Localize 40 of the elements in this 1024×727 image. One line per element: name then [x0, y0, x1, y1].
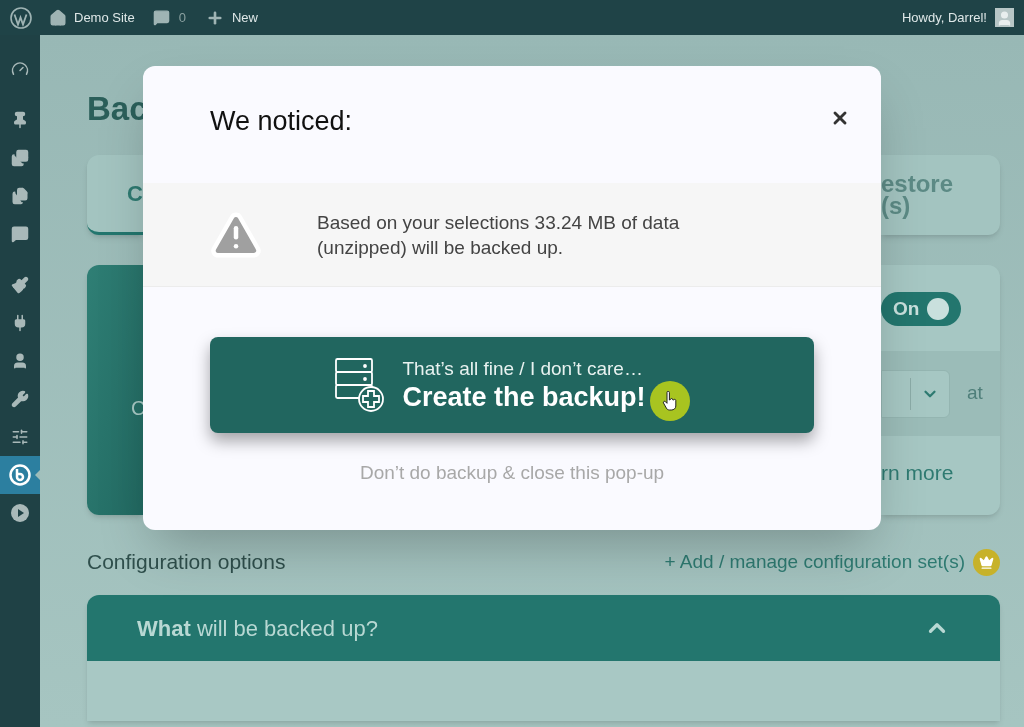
brush-icon: [11, 276, 29, 294]
server-add-icon: [334, 357, 387, 413]
comments-icon: [11, 225, 29, 243]
sidebar-item[interactable]: [0, 456, 40, 494]
wrench-icon: [11, 390, 29, 408]
time-label: at: [967, 381, 983, 406]
tab-label: (s): [881, 195, 912, 217]
greeting[interactable]: Howdy, Darrel!: [902, 7, 987, 28]
notice-message: Based on your selections 33.24 MB of data (unzipped) will be backed up.: [317, 210, 681, 260]
tab-card[interactable]: C: [87, 155, 143, 235]
create-backup-button[interactable]: That’s all fine / I don’t care… Create the backup!: [210, 337, 814, 433]
page-title: Bac: [87, 89, 148, 129]
pages-icon: [11, 187, 29, 205]
toggle-switch[interactable]: On: [881, 292, 961, 326]
section-heading: Configuration options: [87, 549, 286, 576]
learn-more-link[interactable]: rn more: [881, 462, 1000, 483]
new-link[interactable]: New: [205, 7, 258, 28]
plugin-logo-icon: [9, 464, 31, 486]
crown-icon: [973, 548, 1000, 576]
home-icon: [49, 8, 67, 27]
play-icon: [11, 504, 29, 522]
dismiss-link[interactable]: Don’t do backup & close this pop-up: [359, 459, 665, 488]
manage-sets-link[interactable]: + Add / manage configuration set(s): [664, 547, 965, 577]
comment-icon: [152, 9, 170, 26]
user-icon: [11, 352, 29, 370]
accordion-header[interactable]: What will be backed up?: [87, 595, 1000, 661]
site-link[interactable]: Demo Site: [49, 7, 135, 28]
cursor-icon: [649, 381, 690, 421]
select-field[interactable]: [881, 369, 950, 418]
modal-title: We noticed:: [210, 105, 353, 138]
wordpress-logo-icon[interactable]: [10, 6, 32, 29]
accordion-title: What will be backed up?: [137, 614, 378, 643]
pin-icon: [11, 111, 29, 129]
tab-label: C: [127, 182, 143, 205]
tab-card[interactable]: estore (s): [881, 155, 1000, 235]
sliders-icon: [11, 428, 29, 446]
dashboard-icon: [11, 60, 29, 78]
tab-label: estore: [881, 173, 955, 195]
media-icon: [11, 149, 29, 167]
comments-link[interactable]: 0: [152, 7, 186, 28]
